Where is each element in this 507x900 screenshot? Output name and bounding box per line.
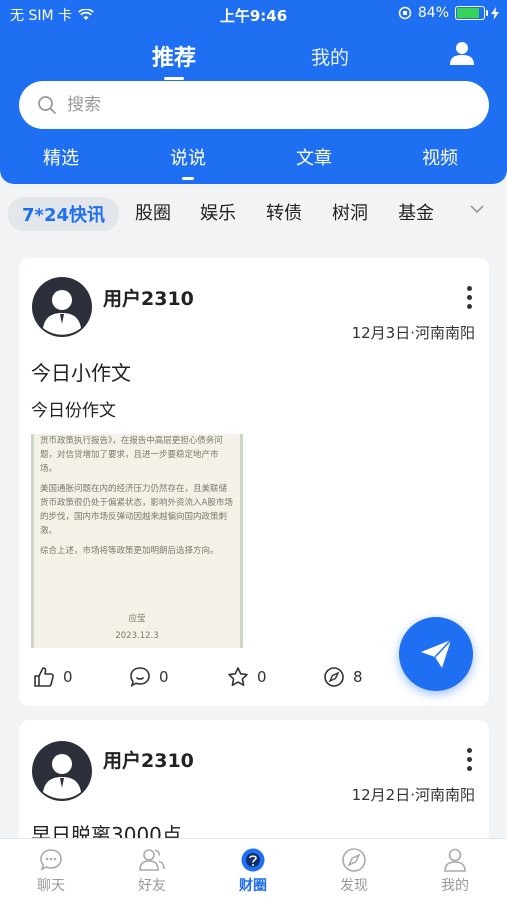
bottom-tab-chat[interactable]: 聊天: [21, 847, 81, 895]
avatar[interactable]: [31, 740, 93, 802]
bottom-tab-label: 我的: [441, 878, 469, 894]
search-bar[interactable]: [19, 81, 489, 129]
share-count: 8: [353, 668, 363, 686]
post-date-location: 12月2日·河南南阳: [351, 786, 475, 804]
more-icon[interactable]: [467, 748, 473, 775]
bottom-tab-bar: 聊天 好友 财圈 发现 我的: [0, 838, 507, 900]
post-image[interactable]: 货币政策执行报告》，在报告中高层更担心债务问题，对信贷增加了要求，且进一步要稳定…: [31, 434, 243, 648]
chevron-down-icon[interactable]: [469, 204, 485, 214]
bottom-tab-finance-circle[interactable]: 财圈: [223, 847, 283, 895]
image-signature: 应莹: [128, 614, 146, 624]
share-button[interactable]: 8: [323, 666, 363, 688]
publish-button[interactable]: [399, 617, 473, 691]
tab-recommend[interactable]: 推荐: [152, 40, 196, 80]
category-tree-hole[interactable]: 树洞: [332, 199, 368, 225]
category-flash-news[interactable]: 7*24快讯: [8, 197, 119, 231]
subtab-videos[interactable]: 视频: [422, 144, 458, 170]
post-date-location: 12月3日·河南南阳: [351, 324, 475, 342]
category-convertible-bonds[interactable]: 转债: [266, 199, 302, 225]
top-nav: 推荐 我的: [0, 36, 507, 80]
post-title: 今日小作文: [31, 361, 131, 385]
finance-circle-icon: [241, 848, 265, 872]
orientation-lock-icon: [398, 6, 412, 20]
subtab-featured[interactable]: 精选: [43, 144, 79, 170]
image-paragraph: 美国通胀问题在内的经济压力仍然存在，且美联储货币政策很仍处于偏紧状态，影响外资流…: [40, 484, 233, 536]
avatar[interactable]: [31, 276, 93, 338]
username[interactable]: 用户2310: [103, 284, 194, 311]
subtab-articles[interactable]: 文章: [296, 144, 332, 170]
comment-button[interactable]: 0: [129, 666, 169, 688]
battery-icon: [455, 6, 488, 20]
like-button[interactable]: 0: [33, 666, 73, 688]
category-bar: 7*24快讯 股圈 娱乐 转债 树洞 基金: [0, 184, 507, 246]
more-icon[interactable]: [467, 286, 473, 313]
search-icon: [38, 96, 56, 114]
charging-icon: [491, 6, 499, 20]
bottom-tab-label: 发现: [340, 878, 368, 894]
search-input[interactable]: [67, 95, 447, 115]
like-count: 0: [63, 668, 73, 686]
thumbs-up-icon: [34, 667, 54, 687]
sub-tabs: 精选 说说 文章 视频: [0, 144, 507, 180]
user-icon[interactable]: [449, 40, 475, 66]
bottom-tab-label: 好友: [138, 878, 166, 894]
comment-icon: [130, 667, 150, 688]
compass-icon: [342, 848, 366, 872]
favorite-button[interactable]: 0: [227, 666, 267, 688]
category-stocks[interactable]: 股圈: [135, 199, 171, 225]
profile-icon: [444, 848, 466, 872]
image-paragraph: 综合上述，市场将等政策更加明朗后选择方向。: [40, 546, 219, 556]
image-paragraph: 货币政策执行报告》，在报告中高层更担心债务问题，对信贷增加了要求，且进一步要稳定…: [40, 436, 223, 474]
image-date: 2023.12.3: [115, 631, 159, 641]
battery-percent: 84%: [417, 5, 449, 21]
status-bar: 无 SIM 卡 上午9:46 84%: [0, 0, 507, 28]
category-entertainment[interactable]: 娱乐: [200, 199, 236, 225]
comment-count: 0: [159, 668, 169, 686]
star-icon: [228, 667, 248, 686]
friends-icon: [139, 849, 165, 871]
compass-share-icon: [324, 667, 344, 687]
post-card[interactable]: 用户2310 12月2日·河南南阳 早日脱离3000点: [19, 720, 489, 850]
tab-mine[interactable]: 我的: [311, 43, 349, 70]
bottom-tab-label: 财圈: [239, 878, 267, 894]
post-body: 今日份作文: [31, 401, 116, 421]
header: 无 SIM 卡 上午9:46 84% 推荐 我的 搜索 精选 说说 文章 视频: [0, 0, 507, 184]
chat-icon: [40, 849, 62, 871]
category-funds[interactable]: 基金: [398, 199, 434, 225]
favorite-count: 0: [257, 668, 267, 686]
paper-plane-icon: [421, 639, 452, 668]
username[interactable]: 用户2310: [103, 746, 194, 773]
bottom-tab-me[interactable]: 我的: [425, 847, 485, 895]
subtab-posts[interactable]: 说说: [170, 144, 206, 180]
bottom-tab-label: 聊天: [37, 878, 65, 894]
bottom-tab-friends[interactable]: 好友: [122, 847, 182, 895]
bottom-tab-discover[interactable]: 发现: [324, 847, 384, 895]
